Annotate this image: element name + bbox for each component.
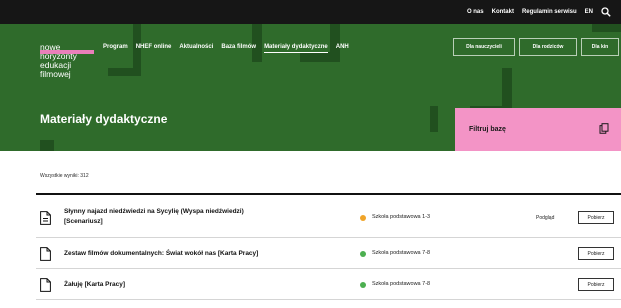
level-label: Szkoła podstawowa 1-3 [372,214,431,220]
document-icon [40,278,51,297]
list-item[interactable]: Słynny najazd niedźwiedzi na Sycylię (Wy… [36,197,621,238]
filter-button[interactable]: Filtruj bazę [455,108,621,151]
decor-shape [252,24,262,62]
main-nav: Program NHEF online Aktualności Baza fil… [103,44,349,53]
site-logo[interactable]: nowe horyzonty edukacji filmowej [40,43,94,79]
material-title[interactable]: Żałuję [Karta Pracy] [64,280,125,290]
nav-item-anh[interactable]: ANH [336,44,349,53]
nav-item-news[interactable]: Aktualności [179,44,213,53]
top-link-contact[interactable]: Kontakt [492,9,514,15]
scenario-doc-icon [40,211,51,230]
for-parents-button[interactable]: Dla rodziców [519,38,577,56]
nav-item-nhef-online[interactable]: NHEF online [136,44,172,53]
filter-label: Filtruj bazę [469,126,506,133]
nav-item-program[interactable]: Program [103,44,128,53]
material-title-line: Słynny najazd niedźwiedzi na Sycylię (Wy… [64,208,244,215]
language-switch[interactable]: EN [585,9,593,15]
preview-link[interactable]: Podgląd [536,215,554,221]
audience-buttons: Dla nauczycieli Dla rodziców Dla kin [453,38,619,56]
nav-item-film-base[interactable]: Baza filmów [221,44,256,53]
nav-item-teaching-materials[interactable]: Materiały dydaktyczne [264,44,328,53]
material-title[interactable]: Zestaw filmów dokumentalnych: Świat wokó… [64,249,258,259]
document-icon [40,247,51,266]
top-link-about[interactable]: O nas [467,9,484,15]
list-item[interactable]: Żałuję [Karta Pracy] Szkoła podstawowa 7… [36,269,621,300]
level-dot [360,282,366,288]
top-links: O nas Kontakt Regulamin serwisu EN [467,0,611,24]
download-button[interactable]: Pobierz [578,247,614,260]
material-title-line: [Scenariusz] [64,218,103,225]
top-link-terms[interactable]: Regulamin serwisu [522,9,577,15]
for-cinemas-button[interactable]: Dla kin [581,38,619,56]
logo-line: filmowej [40,69,71,79]
level-dot [360,251,366,257]
decor-shape [108,68,141,76]
download-button[interactable]: Pobierz [578,278,614,291]
decor-shape [592,24,621,32]
copy-icon [599,121,609,139]
level-label: Szkoła podstawowa 7-8 [372,250,431,256]
level-label: Szkoła podstawowa 7-8 [372,281,431,287]
level-dot [360,215,366,221]
page-title: Materiały dydaktyczne [40,112,168,126]
material-title[interactable]: Słynny najazd niedźwiedzi na Sycylię (Wy… [64,207,244,227]
decor-shape [430,106,438,132]
logo-accent-bar [40,50,94,54]
download-button[interactable]: Pobierz [578,211,614,224]
decor-shape [300,52,340,62]
list-item[interactable]: Zestaw filmów dokumentalnych: Świat wokó… [36,238,621,269]
for-teachers-button[interactable]: Dla nauczycieli [453,38,515,56]
divider [36,193,621,195]
results-count: Wszystkie wyniki: 312 [40,173,89,179]
top-bar: O nas Kontakt Regulamin serwisu EN [0,0,621,24]
search-icon[interactable] [601,7,611,17]
decor-shape [40,140,54,151]
